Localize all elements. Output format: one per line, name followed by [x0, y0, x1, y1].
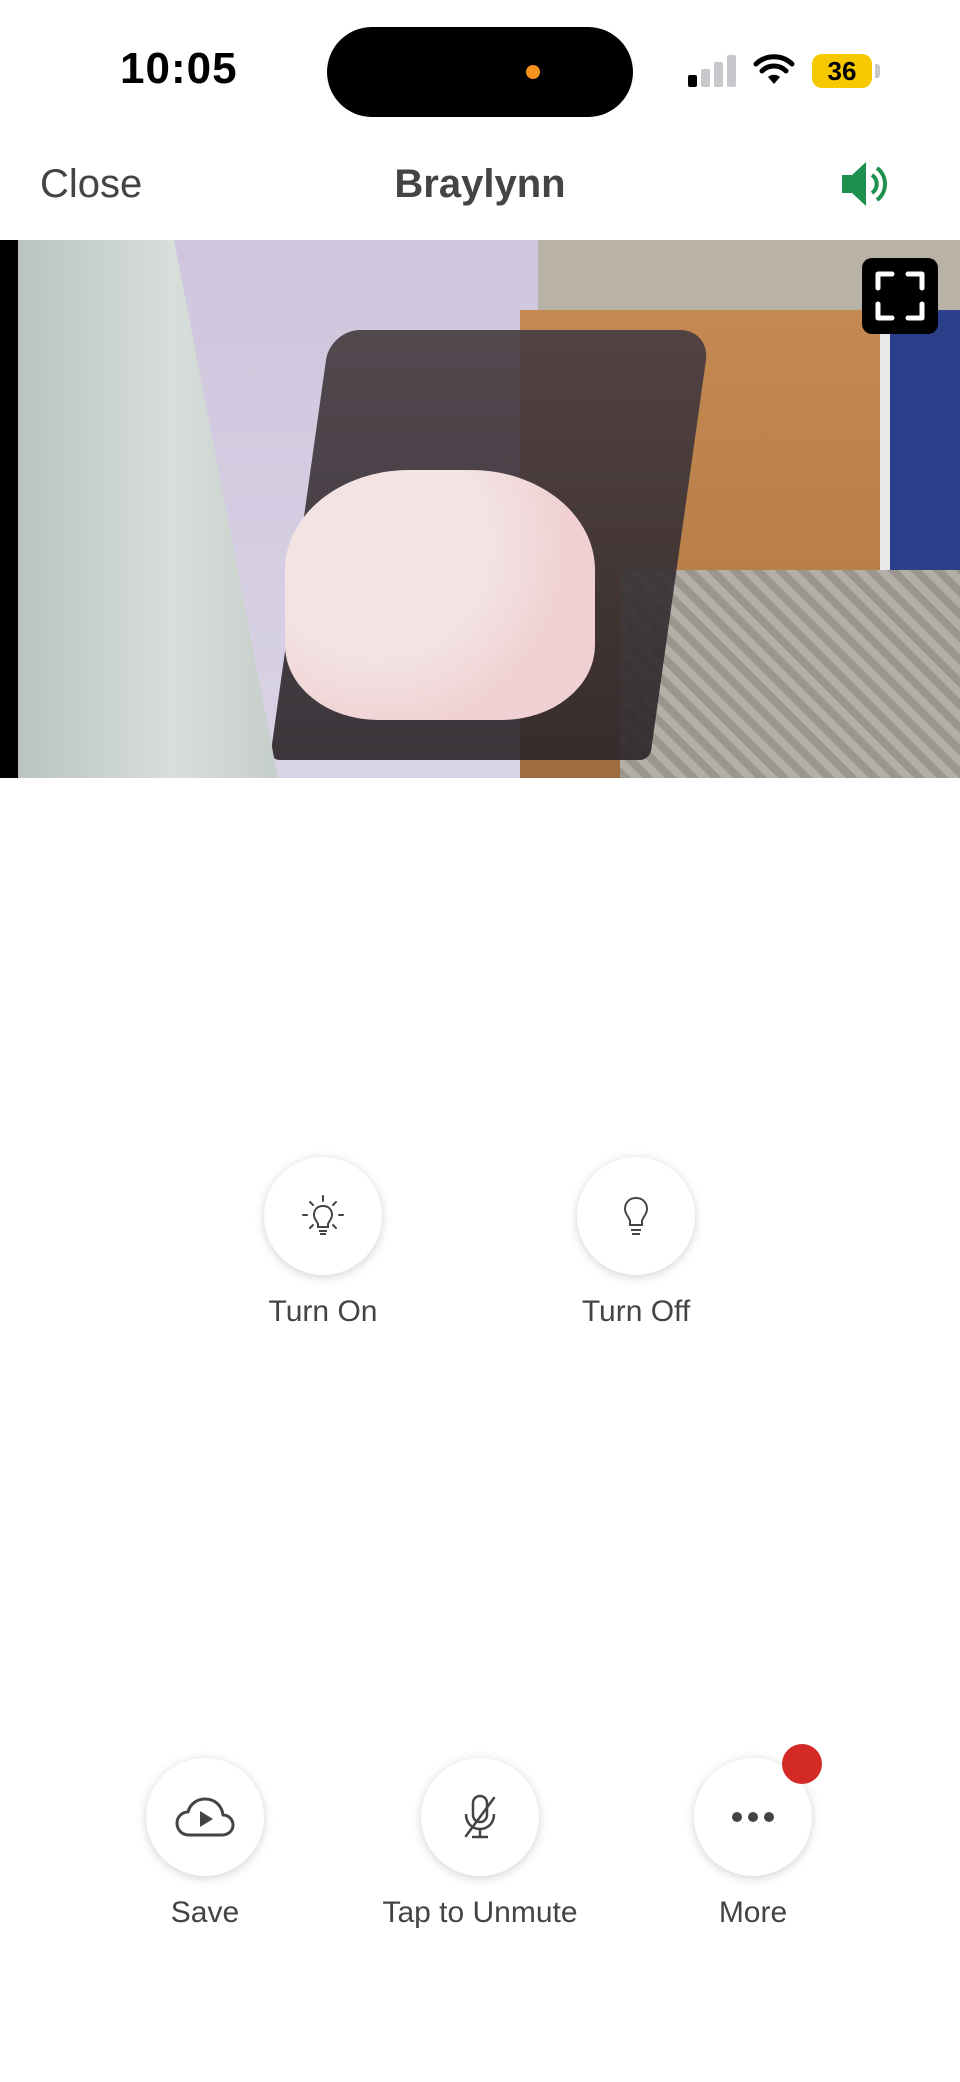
- battery-tip: [875, 64, 880, 78]
- video-edge: [0, 240, 18, 778]
- save-control[interactable]: Save: [115, 1758, 295, 1930]
- turn-on-label: Turn On: [268, 1295, 378, 1328]
- unmute-control[interactable]: Tap to Unmute: [374, 1758, 586, 1930]
- turn-on-button[interactable]: [264, 1157, 382, 1275]
- more-button[interactable]: [694, 1744, 822, 1876]
- unmute-button[interactable]: [421, 1758, 539, 1876]
- battery-icon: 36: [812, 54, 872, 88]
- status-bar: 10:05 36: [0, 0, 960, 140]
- save-button[interactable]: [146, 1758, 264, 1876]
- ellipsis-icon: [732, 1812, 774, 1822]
- video-bed: [880, 310, 960, 570]
- microphone-muted-icon: [464, 1794, 496, 1839]
- more-control[interactable]: More: [663, 1744, 843, 1930]
- turn-off-label: Turn Off: [581, 1295, 691, 1328]
- wifi-icon: [752, 52, 796, 91]
- lightbulb-on-icon: [302, 1195, 344, 1235]
- live-video-feed[interactable]: [0, 240, 960, 778]
- unmute-label: Tap to Unmute: [382, 1896, 578, 1929]
- turn-on-control[interactable]: Turn On: [236, 1157, 410, 1329]
- speaker-icon[interactable]: [838, 158, 894, 215]
- turn-off-control[interactable]: Turn Off: [549, 1157, 723, 1329]
- expand-icon: [875, 271, 925, 321]
- dynamic-island: [327, 27, 633, 117]
- nav-bar: Close Braylynn: [0, 140, 960, 240]
- save-label: Save: [170, 1896, 240, 1929]
- cellular-signal-icon: [688, 55, 736, 87]
- camera-title: Braylynn: [394, 162, 566, 206]
- video-blanket: [285, 470, 595, 720]
- cloud-play-icon: [175, 1797, 235, 1837]
- recording-indicator-dot: [526, 65, 540, 79]
- status-time: 10:05: [120, 44, 238, 93]
- notification-badge: [782, 1744, 822, 1784]
- turn-off-button[interactable]: [577, 1157, 695, 1275]
- lightbulb-off-icon: [623, 1196, 649, 1235]
- more-label: More: [718, 1896, 788, 1929]
- fullscreen-button[interactable]: [862, 258, 938, 334]
